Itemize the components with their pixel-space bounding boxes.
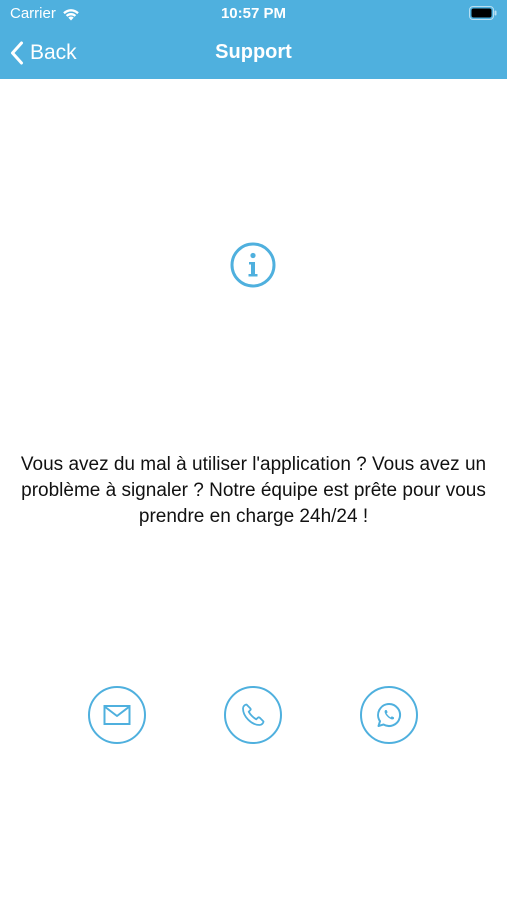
battery-icon — [469, 6, 497, 20]
phone-button[interactable] — [224, 686, 282, 744]
support-message: Vous avez du mal à utiliser l'applicatio… — [20, 454, 487, 527]
email-button[interactable] — [88, 686, 146, 744]
status-bar: Carrier 10:57 PM — [0, 0, 507, 28]
phone-icon — [240, 702, 266, 728]
status-time: 10:57 PM — [220, 5, 287, 22]
nav-header: Carrier 10:57 PM Back Support — [0, 0, 507, 79]
info-icon — [229, 241, 277, 289]
page-title: Support — [215, 41, 292, 63]
whatsapp-button[interactable] — [360, 686, 418, 744]
envelope-icon — [103, 704, 131, 726]
whatsapp-icon — [375, 701, 403, 729]
